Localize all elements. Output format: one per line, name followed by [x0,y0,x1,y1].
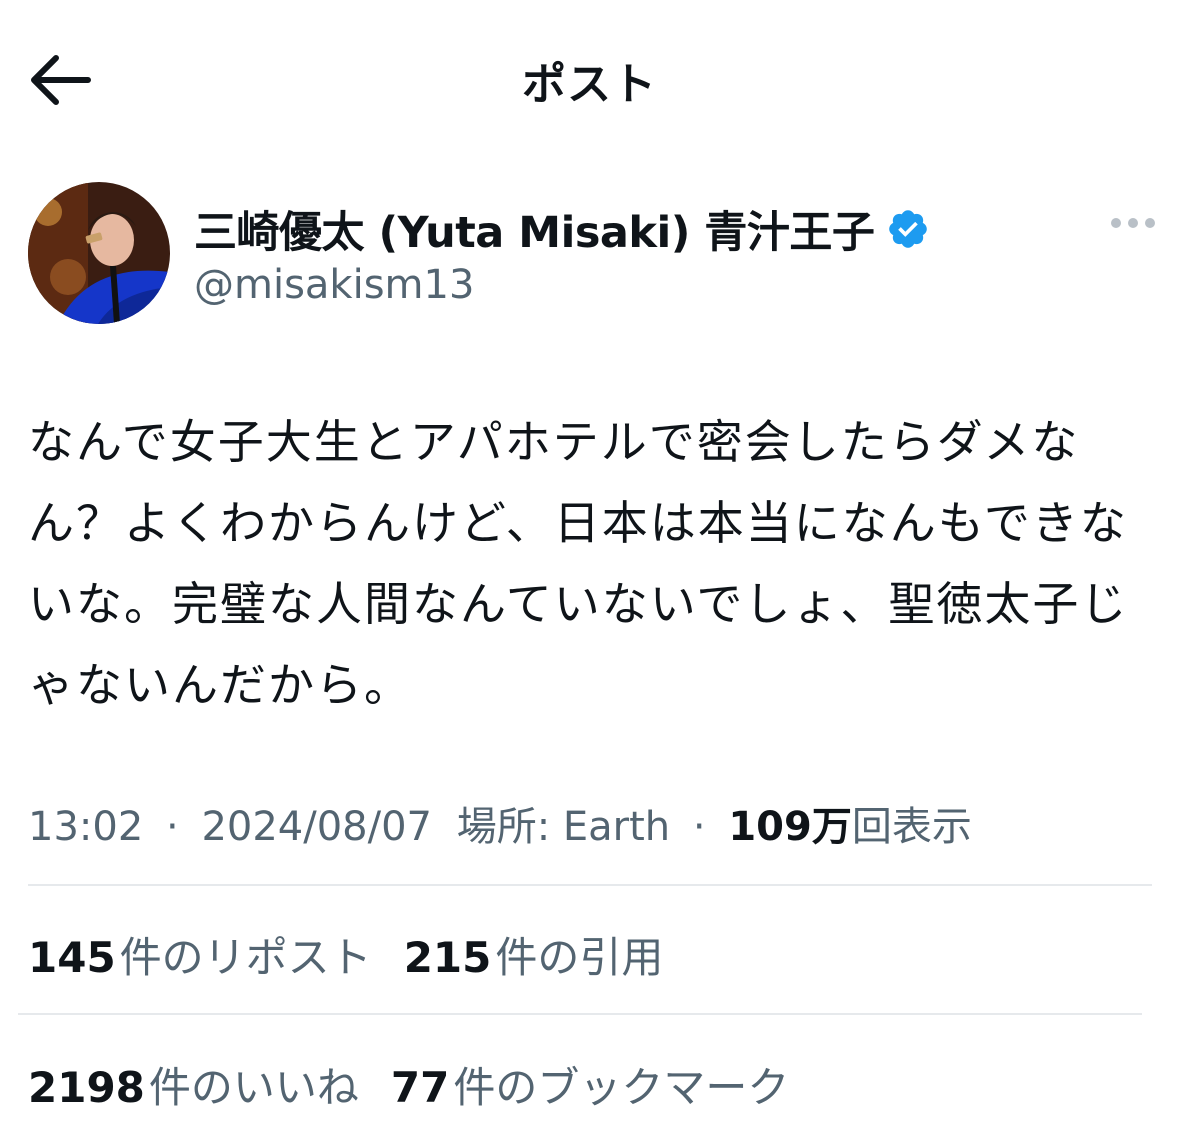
repost-count: 145 [28,933,116,982]
like-count-link[interactable]: 2198件のいいね [28,1054,359,1115]
quote-count-link[interactable]: 215件の引用 [404,924,664,985]
top-bar: ポスト [0,0,1179,160]
repost-count-link[interactable]: 145件のリポスト [28,924,372,985]
divider [28,884,1152,886]
quote-label: 件の引用 [495,933,664,982]
display-name-row: 三崎優太 (Yuta Misaki) 青汁王子 [194,198,930,260]
bookmark-label: 件のブックマーク [453,1063,790,1112]
tweet-text: なんで女子大生とアパホテルで密会したらダメなん？よくわからんけど、日本は本当にな… [28,415,1129,712]
avatar[interactable] [28,182,170,324]
repost-label: 件のリポスト [119,933,372,982]
bookmark-count-link[interactable]: 77件のブックマーク [391,1054,789,1115]
verified-badge-icon [889,210,928,248]
more-options-button[interactable] [1108,208,1158,238]
bookmark-count: 77 [390,1063,450,1112]
tweet-location: 場所: Earth [456,804,671,850]
more-options-icon [1111,218,1155,228]
stats-row-reactions: 2198件のいいね 77件のブックマーク [28,1054,821,1115]
display-name[interactable]: 三崎優太 (Yuta Misaki) 青汁王子 [194,198,875,260]
tweet-meta: 13:02 · 2024/08/07 場所: Earth · 109万回表示 [28,794,972,852]
quote-count: 215 [403,933,492,982]
view-count: 109万 [728,804,852,850]
meta-separator: · [166,804,179,850]
author-block: 三崎優太 (Yuta Misaki) 青汁王子 @misakism13 [28,182,1158,332]
divider [18,1013,1142,1015]
like-count: 2198 [28,1063,145,1112]
page-title: ポスト [522,59,657,110]
view-count-label: 回表示 [851,804,972,850]
user-handle[interactable]: @misakism13 [194,262,474,308]
tweet-date[interactable]: 2024/08/07 [201,804,432,850]
tweet-time[interactable]: 13:02 [28,804,143,850]
stats-row-shares: 145件のリポスト 215件の引用 [28,924,695,985]
like-label: 件のいいね [148,1063,359,1112]
meta-separator: · [692,804,706,850]
